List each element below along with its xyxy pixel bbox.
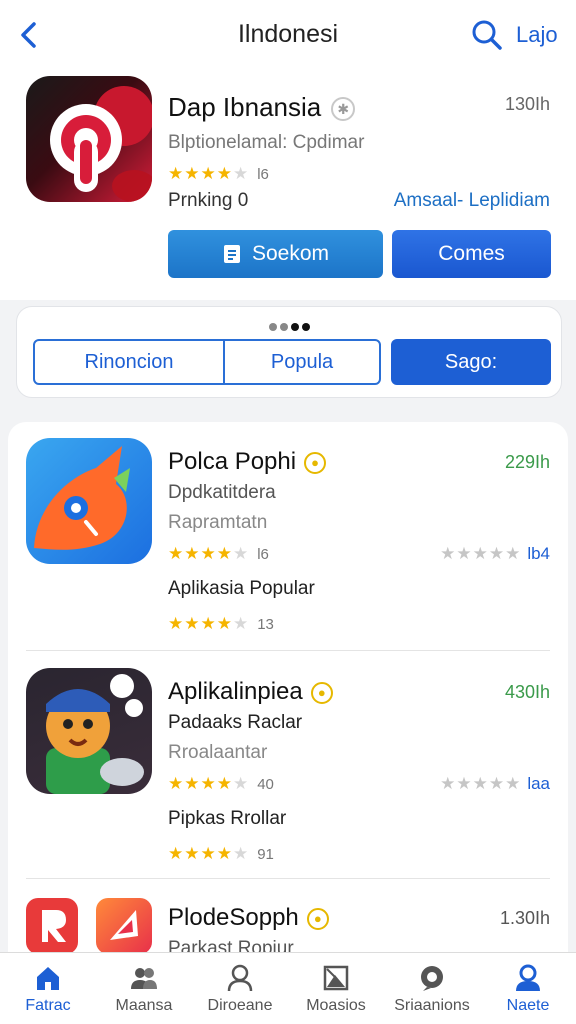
featured-app-title: Dap Ibnansia ✱ [168, 92, 356, 123]
featured-rank: Prnking 0 [168, 190, 249, 211]
app-icon-secondary[interactable] [96, 898, 152, 954]
app-name: PlodeSopph [168, 904, 299, 931]
fox-logo-icon [34, 446, 130, 550]
app-title: PlodeSopph ● [168, 904, 329, 932]
app-name: Polca Pophi [168, 448, 297, 475]
featured-app: Dap Ibnansia ✱ 130Ih Blptionelamal: Cpdim… [0, 70, 576, 300]
featured-star-rating: ★★★★★ l6 [168, 164, 269, 183]
featured-app-size: 130Ih [504, 94, 550, 114]
install-button[interactable]: Soekom [168, 230, 383, 278]
divider [26, 650, 550, 651]
featured-link[interactable]: Amsaal- Leplidiam [394, 190, 550, 212]
app-tagline: Pipkas Rrollar [168, 808, 287, 829]
app-category: Rapramtatn [168, 512, 268, 533]
rating-count: l6 [257, 546, 269, 563]
search-icon[interactable] [470, 18, 504, 52]
home-icon [37, 967, 59, 990]
rating-count: 13 [257, 616, 274, 633]
tab-profile[interactable]: Naete [480, 953, 576, 1024]
app-name: Aplikalinpiea [168, 678, 303, 705]
tab-label: Naete [506, 997, 550, 1014]
profile-icon [516, 964, 540, 991]
app-developer: Dpdkatitdera [168, 482, 276, 503]
app-size: 1.30Ih [499, 908, 550, 928]
people-icon [131, 968, 157, 989]
segment-selected[interactable]: Sago: [391, 339, 551, 385]
image-icon [323, 965, 349, 991]
bottom-tab-bar: Fatrac Maansa Diroeane Moasios Sriaanion… [0, 952, 576, 1024]
page-indicator [269, 323, 310, 331]
star-rating: ★★★★★ 13 [168, 614, 274, 633]
category-selector: Rinoncion Popula Sago: [16, 306, 562, 398]
app-tagline: Aplikasia Popular [168, 578, 315, 599]
featured-app-name: Dap Ibnansia [168, 92, 322, 122]
divider [26, 878, 550, 879]
tab-label: Moasios [306, 997, 366, 1014]
app-size: 229Ih [504, 452, 550, 472]
document-icon [223, 245, 240, 263]
app-list: Polca Pophi ● 229Ih Dpdkatitdera Rapramta… [8, 422, 568, 1024]
person-icon [227, 964, 253, 992]
app-icon[interactable] [26, 668, 152, 794]
star-rating: ★★★★★ 40 [168, 774, 274, 793]
tab-label: Maansa [115, 997, 173, 1014]
app-icon[interactable] [26, 898, 78, 954]
segment-popular[interactable]: Popula [223, 339, 381, 385]
app-icon[interactable] [26, 438, 152, 564]
tab-people[interactable]: Maansa [96, 953, 192, 1024]
app-title: Aplikalinpiea ● [168, 678, 333, 706]
gold-badge-icon: ● [310, 681, 333, 704]
tab-label: Diroeane [207, 997, 273, 1014]
secondary-rating-label: laa [527, 774, 550, 793]
app-title: Polca Pophi ● [168, 448, 327, 476]
featured-rating-count: l6 [257, 166, 269, 183]
featured-app-subtitle: Blptionelamal: Cpdimar [168, 132, 365, 153]
tab-person[interactable]: Diroeane [192, 953, 288, 1024]
arrow-logo-icon [110, 910, 138, 940]
letter-r-logo-icon [42, 910, 66, 942]
top-nav-bar: Ilndonesi Lajo [0, 0, 576, 70]
rating-count: 40 [257, 776, 274, 793]
verified-icon: ✱ [331, 97, 356, 122]
rating-count: 91 [257, 846, 274, 863]
app-developer: Padaaks Raclar [168, 712, 303, 733]
star-rating: ★★★★★ 91 [168, 844, 274, 863]
tab-chat[interactable]: Sriaanions [384, 953, 480, 1024]
featured-app-icon[interactable] [26, 76, 152, 202]
tab-home[interactable]: Fatrac [0, 953, 96, 1024]
star-rating: ★★★★★ l6 [168, 544, 269, 563]
install-button-label: Soekom [251, 242, 330, 265]
segment-recommended[interactable]: Rinoncion [33, 339, 225, 385]
tab-image[interactable]: Moasios [288, 953, 384, 1024]
featured-logo-icon [50, 86, 152, 202]
gold-badge-icon: ● [306, 907, 329, 930]
tab-label: Sriaanions [394, 997, 470, 1014]
nav-right-link[interactable]: Lajo [516, 22, 558, 48]
secondary-rating: ★★★★★ lb4 [440, 544, 550, 563]
chat-icon [421, 966, 443, 991]
secondary-rating: ★★★★★ laa [440, 774, 550, 793]
app-category: Rroalaantar [168, 742, 268, 763]
app-size: 430Ih [504, 682, 550, 702]
character-logo-icon [46, 674, 144, 794]
secondary-rating-label: lb4 [527, 544, 550, 563]
tab-label: Fatrac [25, 997, 71, 1014]
open-button[interactable]: Comes [392, 230, 551, 278]
gold-badge-icon: ● [304, 451, 327, 474]
